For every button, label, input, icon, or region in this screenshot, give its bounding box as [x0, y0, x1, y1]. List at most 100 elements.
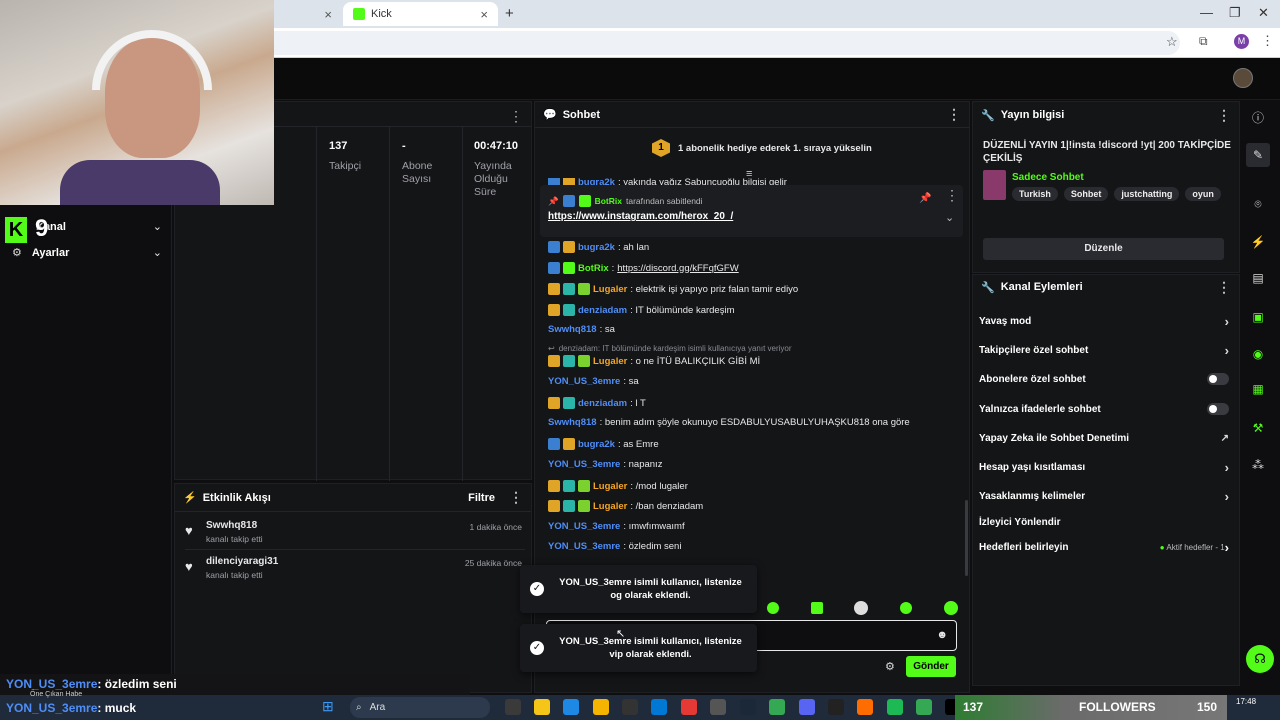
- chat-username[interactable]: YON_US_3emre: [548, 521, 620, 532]
- chat-username[interactable]: YON_US_3emre: [548, 459, 620, 470]
- channel-action-item[interactable]: Hedefleri belirleyin ● Aktif hedefler - 1…: [979, 540, 1229, 555]
- chat-link[interactable]: https://discord.gg/kFFqfGFW: [617, 263, 738, 274]
- lightning-icon[interactable]: ⚡: [1246, 230, 1270, 254]
- stream-info-menu-icon[interactable]: ⋮: [1217, 107, 1231, 124]
- chat-text: : l T: [630, 397, 646, 409]
- channel-action-item[interactable]: Abonelere özel sohbet: [979, 372, 1229, 386]
- send-button[interactable]: Gönder: [906, 656, 956, 677]
- unpin-icon[interactable]: 📌: [919, 193, 931, 204]
- tag[interactable]: oyun: [1185, 187, 1221, 201]
- channel-action-item[interactable]: Takipçilere özel sohbet ›: [979, 343, 1229, 358]
- category-thumbnail[interactable]: [983, 170, 1006, 200]
- tools-icon[interactable]: ⚒: [1246, 416, 1270, 440]
- filter-button[interactable]: Filtre: [468, 492, 495, 504]
- chat-username[interactable]: YON_US_3emre: [548, 541, 620, 552]
- chat-menu-icon[interactable]: ⋮: [947, 106, 961, 123]
- chat-username[interactable]: YON_US_3emre: [548, 376, 620, 387]
- emote-icon[interactable]: [854, 601, 869, 615]
- taskbar-app-icon[interactable]: [769, 699, 785, 715]
- chat-text: : sa: [599, 324, 615, 335]
- support-icon[interactable]: ☊: [1246, 645, 1274, 673]
- chat-settings-icon[interactable]: ⚙: [885, 660, 895, 673]
- chat-username[interactable]: bugra2k: [578, 439, 615, 450]
- chat-scrollbar[interactable]: [965, 500, 968, 576]
- windows-start-icon[interactable]: ⊞: [322, 698, 340, 716]
- emoji-picker-icon[interactable]: ☻: [936, 629, 948, 641]
- close-window-icon[interactable]: ✕: [1258, 5, 1269, 21]
- toggle-switch[interactable]: [1207, 403, 1229, 415]
- close-tab-icon[interactable]: ×: [480, 7, 488, 22]
- toggle-switch[interactable]: [1207, 373, 1229, 385]
- restore-icon[interactable]: ❐: [1229, 5, 1241, 21]
- chat-username[interactable]: Lugaler: [593, 481, 627, 492]
- taskbar-app-icon[interactable]: [622, 699, 638, 715]
- news-widget[interactable]: Öne Çıkan Habe: [30, 691, 82, 698]
- user-avatar[interactable]: [1233, 68, 1253, 88]
- taskbar-app-icon[interactable]: [710, 699, 726, 715]
- chat-username[interactable]: denziadam: [578, 398, 627, 409]
- taskbar-app-icon[interactable]: [651, 699, 667, 715]
- channel-action-item[interactable]: Yalnızca ifadelerle sohbet: [979, 402, 1229, 416]
- chat-icon[interactable]: ▣: [1246, 305, 1270, 329]
- taskbar-app-icon[interactable]: [593, 699, 609, 715]
- channel-action-item[interactable]: İzleyici Yönlendir: [979, 515, 1229, 529]
- channel-actions-menu-icon[interactable]: ⋮: [1217, 279, 1231, 296]
- channel-action-item[interactable]: Yapay Zeka ile Sohbet Denetimi ↗: [979, 431, 1229, 445]
- taskbar-app-icon[interactable]: [681, 699, 697, 715]
- chat-username[interactable]: Swwhq818: [548, 324, 597, 335]
- emote-icon[interactable]: [766, 602, 779, 614]
- bookmark-star-icon[interactable]: ☆: [1166, 34, 1178, 50]
- chat-username[interactable]: Lugaler: [593, 501, 627, 512]
- tag[interactable]: Turkish: [1012, 187, 1058, 201]
- broadcast-icon[interactable]: ◉: [1246, 342, 1270, 366]
- tag[interactable]: justchatting: [1114, 187, 1180, 201]
- chat-username[interactable]: Swwhq818: [548, 417, 597, 428]
- chat-username[interactable]: Lugaler: [593, 356, 627, 367]
- taskbar-search[interactable]: ⌕ Ara: [350, 697, 490, 718]
- chevron-down-icon[interactable]: ⌄: [945, 211, 954, 224]
- stats-menu-icon[interactable]: ⋮: [509, 108, 523, 125]
- channel-action-item[interactable]: Yasaklanmış kelimeler ›: [979, 489, 1229, 504]
- taskbar-app-icon[interactable]: [563, 699, 579, 715]
- browser-menu-icon[interactable]: ⋮: [1261, 33, 1274, 49]
- profile-avatar[interactable]: M: [1234, 34, 1249, 49]
- new-tab-button[interactable]: +: [505, 5, 514, 22]
- pin-menu-icon[interactable]: ⋮: [945, 187, 959, 204]
- activity-menu-icon[interactable]: ⋮: [509, 489, 523, 506]
- taskbar-app-icon[interactable]: [857, 699, 873, 715]
- taskbar-app-icon[interactable]: [799, 699, 815, 715]
- chat-message: bugra2k: as Emre: [548, 438, 659, 450]
- channel-action-item[interactable]: Hesap yaşı kısıtlaması ›: [979, 460, 1229, 475]
- minimize-icon[interactable]: —: [1200, 5, 1213, 20]
- category-link[interactable]: Sadece Sohbet: [1012, 172, 1084, 183]
- camera-icon[interactable]: ⌾: [1246, 192, 1270, 216]
- emote-icon[interactable]: [900, 602, 913, 614]
- channel-action-item[interactable]: Yavaş mod ›: [979, 314, 1229, 329]
- chat-username[interactable]: BotRix: [578, 263, 609, 274]
- taskbar-app-icon[interactable]: [916, 699, 932, 715]
- info-icon[interactable]: ⓘ: [1246, 106, 1270, 130]
- grid-icon[interactable]: ▦: [1246, 377, 1270, 401]
- edit-button[interactable]: Düzenle: [983, 238, 1224, 260]
- taskbar-app-icon[interactable]: [534, 699, 550, 715]
- extensions-icon[interactable]: ⧉: [1199, 34, 1208, 49]
- chat-username[interactable]: denziadam: [578, 305, 627, 316]
- close-tab-icon[interactable]: ×: [324, 7, 332, 22]
- pencil-icon[interactable]: ✎: [1246, 143, 1270, 167]
- shapes-icon[interactable]: ⁂: [1246, 453, 1270, 477]
- sidebar-item-ayarlar[interactable]: ⚙ Ayarlar ⌄: [12, 246, 162, 260]
- taskbar-app-icon[interactable]: [505, 699, 521, 715]
- chat-username[interactable]: bugra2k: [578, 242, 615, 253]
- browser-tab-kick[interactable]: Kick ×: [343, 2, 498, 26]
- pinned-link[interactable]: https://www.instagram.com/herox_20_/: [548, 211, 733, 222]
- taskbar-app-icon[interactable]: [740, 699, 756, 715]
- emote-icon[interactable]: [943, 601, 958, 615]
- chat-username[interactable]: Lugaler: [593, 284, 627, 295]
- emote-icon[interactable]: [810, 602, 823, 614]
- url-input[interactable]: [150, 31, 1180, 55]
- taskbar-app-icon[interactable]: [828, 699, 844, 715]
- tag[interactable]: Sohbet: [1063, 187, 1109, 201]
- taskbar-app-icon[interactable]: [887, 699, 903, 715]
- document-icon[interactable]: ▤: [1246, 266, 1270, 290]
- browser-tab-partial[interactable]: ×: [276, 2, 342, 26]
